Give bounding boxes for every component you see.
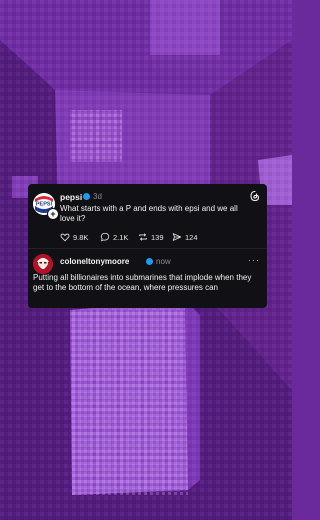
- like-button[interactable]: 9.8K: [60, 231, 88, 243]
- repost-icon: [139, 233, 147, 241]
- verified-badge-icon: [146, 258, 153, 265]
- reply-text: Putting all billionaires into submarines…: [33, 273, 252, 292]
- post-author[interactable]: pepsi: [60, 192, 82, 202]
- like-count: 9.8K: [73, 232, 89, 242]
- threads-screenshot-card: PEPSI + pepsi 3d What starts with a P an…: [28, 184, 267, 308]
- post-time: 3d: [93, 192, 102, 201]
- colonel-sanders-avatar-icon: [33, 254, 53, 274]
- reply-button[interactable]: 2.1K: [100, 231, 128, 243]
- heart-icon: [60, 233, 70, 242]
- post-text: What starts with a P and ends with epsi …: [60, 204, 238, 223]
- reply-time: now: [156, 257, 171, 266]
- repost-button[interactable]: 139: [138, 231, 164, 243]
- share-count: 124: [185, 232, 198, 242]
- reply-count: 2.1K: [113, 232, 129, 242]
- colonel-avatar[interactable]: [33, 254, 53, 274]
- original-post: PEPSI + pepsi 3d What starts with a P an…: [28, 184, 267, 248]
- follow-plus-icon[interactable]: +: [47, 208, 59, 220]
- threads-logo-icon[interactable]: [249, 190, 261, 202]
- repost-count: 139: [151, 232, 164, 242]
- more-options-icon[interactable]: ···: [248, 255, 260, 265]
- share-button[interactable]: 124: [172, 231, 198, 243]
- reply-post: coloneltonymoore now ··· Putting all bil…: [28, 249, 267, 308]
- comment-icon: [100, 232, 110, 242]
- verified-badge-icon: [83, 193, 90, 200]
- reply-author[interactable]: coloneltonymoore: [60, 257, 129, 266]
- share-icon: [172, 233, 182, 241]
- pepsi-logo-text: PEPSI: [36, 202, 53, 208]
